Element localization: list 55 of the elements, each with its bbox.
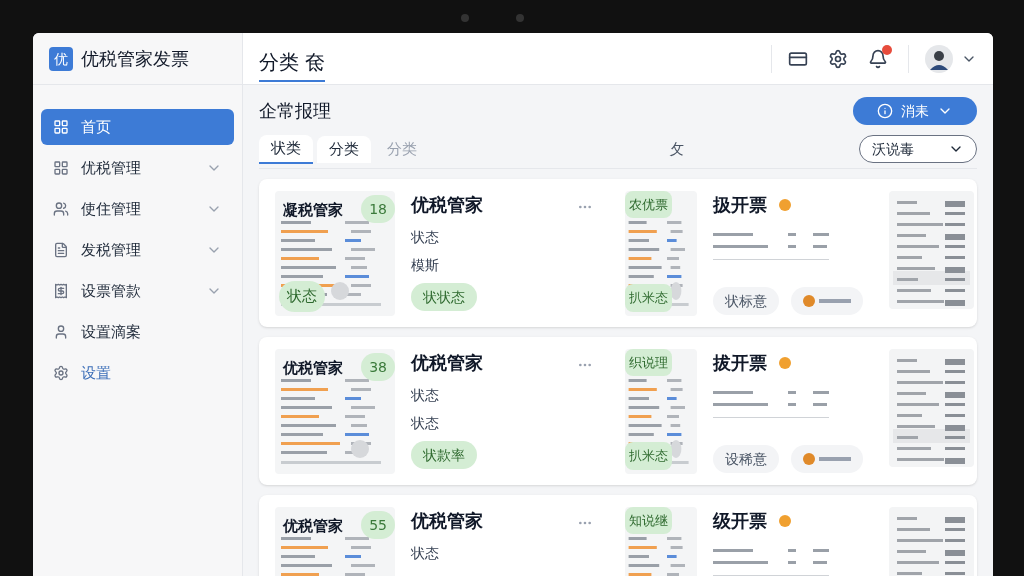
- app-logo: 优: [49, 46, 73, 71]
- card-text: 状态: [411, 385, 440, 405]
- page-header-title: 分类 奃: [259, 47, 326, 82]
- action-button[interactable]: 消耒: [853, 97, 977, 125]
- card-title: 优税管家: [411, 508, 484, 533]
- document-icon: [53, 242, 69, 258]
- status-chip: 知说继: [625, 506, 672, 534]
- sidebar-item[interactable]: 设置滴案: [41, 314, 234, 350]
- status-chip: 织说理: [625, 348, 672, 376]
- users-icon: [53, 201, 69, 217]
- card-title: 扱开票: [713, 192, 767, 217]
- status-chip: 状款率: [411, 440, 477, 469]
- merchant-chip: [791, 286, 863, 315]
- settings-icon[interactable]: [828, 48, 848, 69]
- coin-icon: [779, 356, 791, 369]
- sidebar-item[interactable]: 使住管理: [41, 191, 234, 227]
- coin-icon: [779, 514, 791, 527]
- card-title: 优税管家: [411, 192, 484, 217]
- status-chip: 农优票: [625, 190, 672, 218]
- coin-icon: [779, 198, 791, 211]
- card-text: 状态: [411, 543, 440, 563]
- document-title: 优税管家: [283, 514, 343, 537]
- status-chip: 状状态: [411, 282, 477, 311]
- card-text: 状态: [411, 227, 440, 247]
- filter-dropdown[interactable]: 沃说毒: [859, 135, 977, 164]
- status-chip: 状态: [279, 281, 325, 312]
- receipt-icon: [53, 283, 69, 299]
- sidebar-item[interactable]: 首页: [41, 109, 234, 145]
- card-text: 状态: [411, 413, 440, 433]
- section-title: 企常报理: [259, 99, 331, 123]
- grid-icon: [53, 160, 69, 176]
- status-chip: 扒米态: [625, 284, 672, 312]
- card-text: 模斯: [411, 255, 440, 275]
- card-title: 拔开票: [713, 350, 767, 375]
- sidebar-item[interactable]: 设置: [41, 355, 234, 391]
- tab[interactable]: 分类: [317, 136, 371, 163]
- status-chip: 扒米态: [625, 442, 672, 470]
- tag-chip: 设稀意: [713, 444, 779, 473]
- card-title: 优税管家: [411, 350, 484, 375]
- user-icon: [53, 324, 69, 340]
- sidebar-item[interactable]: 设票管款: [41, 273, 234, 309]
- sidebar-item[interactable]: 发税管理: [41, 232, 234, 268]
- app-name: 优税管家发票: [81, 46, 189, 71]
- merchant-chip: [791, 444, 863, 473]
- tag-chip: 状标意: [713, 286, 779, 315]
- document-title: 优税管家: [283, 356, 343, 379]
- tab-label: 攵: [669, 139, 684, 160]
- settings-icon: [53, 365, 69, 381]
- info-icon: [877, 103, 893, 119]
- avatar[interactable]: [925, 44, 953, 73]
- card-title: 级开票: [713, 508, 767, 533]
- sidebar-item[interactable]: 优税管理: [41, 150, 234, 186]
- tab[interactable]: 状类: [259, 135, 313, 164]
- grid-icon: [53, 119, 69, 135]
- document-title: 凝税管家: [283, 198, 343, 221]
